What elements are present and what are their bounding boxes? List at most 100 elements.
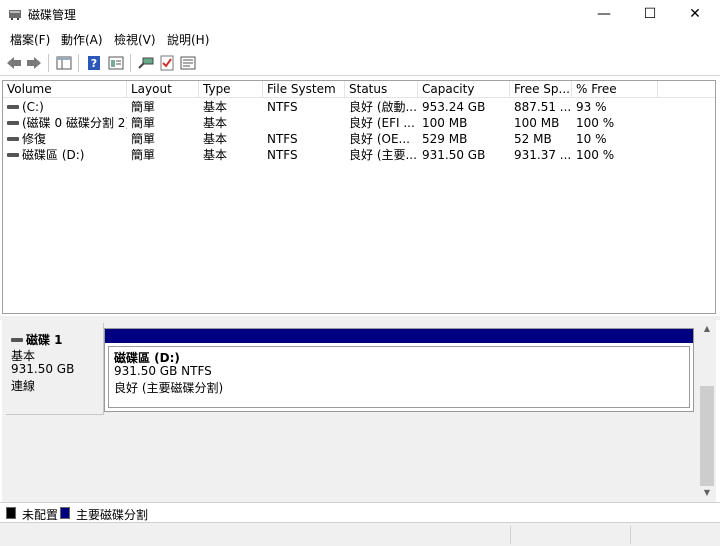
volume-name: 修復 [22,132,47,146]
scrollbar-thumb[interactable] [700,386,714,486]
legend-unallocated-label: 未配置 [22,508,59,522]
disk-icon [11,337,23,342]
legend-bar: 未配置 主要磁碟分割 [0,502,720,522]
column-headers: Volume Layout Type File System Status Ca… [3,81,715,98]
partition-type-bar [105,329,693,343]
disk-graphical-view: 磁碟 1 基本 931.50 GB 連線 磁碟區 (D:) 931.50 GB … [2,320,698,502]
check-icon[interactable] [157,53,177,73]
drive-icon [7,136,19,141]
volume-list: Volume Layout Type File System Status Ca… [2,80,716,314]
console-tree-icon[interactable] [54,53,74,73]
menu-action[interactable]: 動作(A) [61,31,103,48]
toolbar-separator [78,54,79,72]
disk-management-icon [9,10,21,20]
capacity-cell: 953.24 GB [422,100,486,114]
volume-cell: 磁碟區 (D:) [3,147,127,163]
column-header-type[interactable]: Type [199,81,263,98]
table-row[interactable]: (磁碟 0 磁碟分割 2) 簡單 基本 良好 (EFI ... 100 MB 1… [3,115,715,131]
column-header-layout[interactable]: Layout [127,81,199,98]
type-cell: 基本 [203,148,228,162]
disk-state: 連線 [11,379,36,393]
minimize-button[interactable]: — [581,0,627,28]
disk-label[interactable]: 磁碟 1 基本 931.50 GB 連線 [6,323,104,415]
free-space-cell: 931.37 ... [514,148,572,162]
status-bar-segment [510,526,511,544]
window-title: 磁碟管理 [28,8,77,22]
column-header-filesystem[interactable]: File System [263,81,345,98]
drive-icon [7,104,19,109]
status-cell: 良好 (EFI ... [349,116,415,130]
disk-name: 磁碟 1 [26,333,63,347]
menu-bar: 檔案(F) 動作(A) 檢視(V) 說明(H) [0,28,720,50]
capacity-cell: 931.50 GB [422,148,486,162]
svg-text:?: ? [91,57,97,70]
layout-cell: 簡單 [131,100,156,114]
status-cell: 良好 (主要... [349,148,417,162]
drive-icon [7,120,19,125]
partition-status: 良好 (主要磁碟分割) [114,381,224,395]
filesystem-cell: NTFS [267,148,298,162]
status-cell: 良好 (啟動... [349,100,417,114]
partition-size: 931.50 GB NTFS [114,364,212,378]
connect-drive-icon[interactable] [136,53,156,73]
menu-help[interactable]: 說明(H) [167,31,209,48]
percent-free-cell: 10 % [576,132,607,146]
menu-view[interactable]: 檢視(V) [114,31,156,48]
column-header-volume[interactable]: Volume [3,81,127,98]
partition-d[interactable]: 磁碟區 (D:) 931.50 GB NTFS 良好 (主要磁碟分割) [104,328,694,412]
toolbar: ? [0,50,720,76]
title-bar: 磁碟管理 — ☐ ✕ [0,0,720,28]
table-row[interactable]: 磁碟區 (D:) 簡單 基本 NTFS 良好 (主要... 931.50 GB … [3,147,715,163]
properties-icon[interactable] [106,53,126,73]
volume-cell: (C:) [3,99,127,115]
forward-arrow-icon[interactable] [24,53,44,73]
filesystem-cell [263,115,345,131]
percent-free-cell: 100 % [576,148,615,162]
partition-details: 磁碟區 (D:) 931.50 GB NTFS 良好 (主要磁碟分割) [108,346,690,408]
table-row[interactable]: 修復 簡單 基本 NTFS 良好 (OE... 529 MB 52 MB 10 … [3,131,715,147]
close-button[interactable]: ✕ [672,0,718,28]
percent-free-cell: 93 % [576,100,607,114]
scroll-down-icon[interactable]: ▼ [702,488,712,498]
vertical-scrollbar[interactable]: ▲ ▼ [698,320,716,502]
free-space-cell: 100 MB [514,116,560,130]
status-bar-segment [630,526,631,544]
volume-name: 磁碟區 (D:) [22,148,85,162]
legend-unallocated-swatch [6,507,16,519]
type-cell: 基本 [203,116,228,130]
filesystem-cell: NTFS [267,100,298,114]
volume-cell: (磁碟 0 磁碟分割 2) [3,115,127,131]
export-list-icon[interactable] [178,53,198,73]
help-icon[interactable]: ? [84,53,104,73]
menu-file[interactable]: 檔案(F) [10,31,50,48]
disk-title: 磁碟 1 [11,331,63,348]
status-bar [0,522,720,546]
volume-cell: 修復 [3,131,127,147]
free-space-cell: 52 MB [514,132,552,146]
layout-cell: 簡單 [131,116,156,130]
type-cell: 基本 [203,132,228,146]
layout-cell: 簡單 [131,132,156,146]
capacity-cell: 529 MB [422,132,468,146]
drive-icon [7,152,19,157]
table-row[interactable]: (C:) 簡單 基本 NTFS 良好 (啟動... 953.24 GB 887.… [3,99,715,115]
toolbar-separator [48,54,49,72]
free-space-cell: 887.51 ... [514,100,572,114]
scroll-up-icon[interactable]: ▲ [702,324,712,334]
column-header-status[interactable]: Status [345,81,418,98]
column-header-percent-free[interactable]: % Free [572,81,658,98]
maximize-button[interactable]: ☐ [627,0,673,28]
type-cell: 基本 [203,100,228,114]
volume-name: (C:) [22,100,44,114]
volume-name: (磁碟 0 磁碟分割 2) [22,116,127,130]
legend-primary-swatch [60,507,70,519]
percent-free-cell: 100 % [576,116,615,130]
column-header-free-space[interactable]: Free Sp... [510,81,572,98]
back-arrow-icon[interactable] [4,53,24,73]
filesystem-cell: NTFS [267,132,298,146]
legend-primary-label: 主要磁碟分割 [76,508,149,522]
column-header-capacity[interactable]: Capacity [418,81,510,98]
disk-size: 931.50 GB [11,362,75,376]
toolbar-separator [130,54,131,72]
layout-cell: 簡單 [131,148,156,162]
